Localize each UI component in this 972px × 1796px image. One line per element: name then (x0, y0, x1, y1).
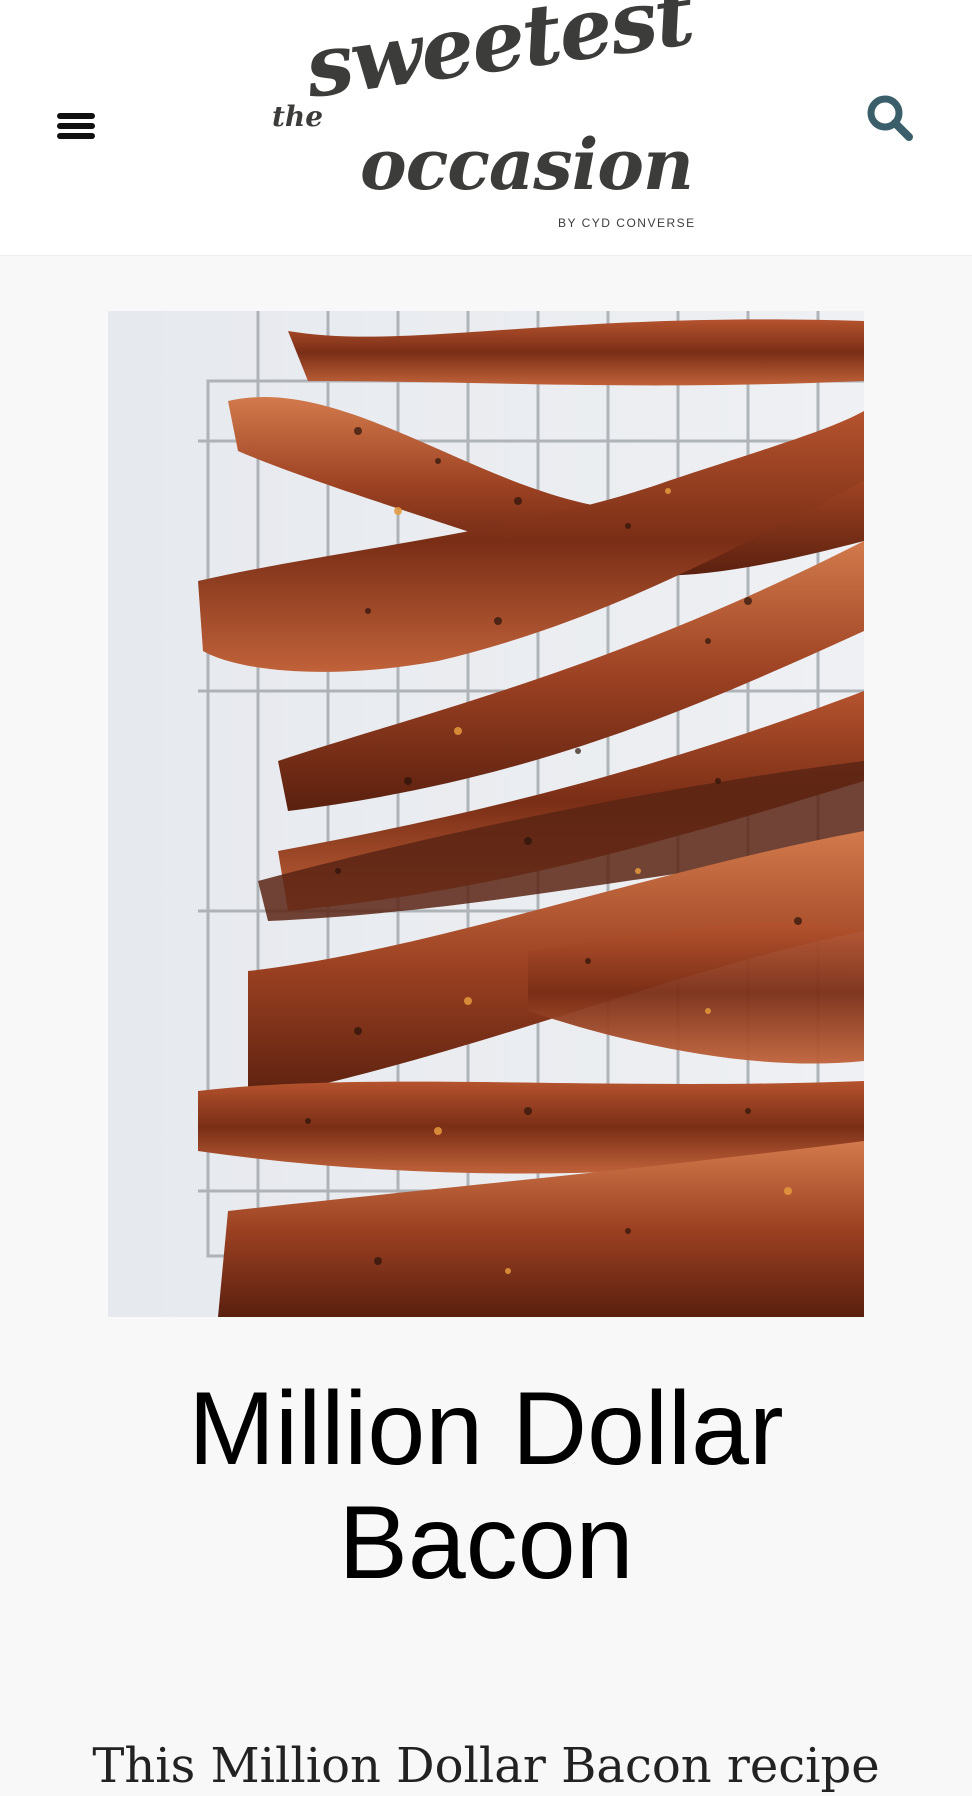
hero-image (108, 311, 864, 1317)
logo-word-sweetest: sweetest (299, 0, 699, 117)
site-logo[interactable]: the sweetest occasion BY CYD CONVERSE (260, 0, 710, 238)
bacon-on-rack-illustration (108, 311, 864, 1317)
search-icon (865, 93, 915, 148)
logo-word-occasion: occasion (360, 123, 694, 206)
search-button[interactable] (862, 92, 918, 148)
post-intro: This Million Dollar Bacon recipe (92, 1738, 880, 1794)
post-title: Million Dollar Bacon (188, 1371, 784, 1601)
hamburger-menu-icon (57, 111, 95, 141)
site-header: the sweetest occasion BY CYD CONVERSE (0, 0, 972, 256)
logo-byline: BY CYD CONVERSE (558, 216, 696, 230)
menu-button[interactable] (50, 104, 102, 148)
